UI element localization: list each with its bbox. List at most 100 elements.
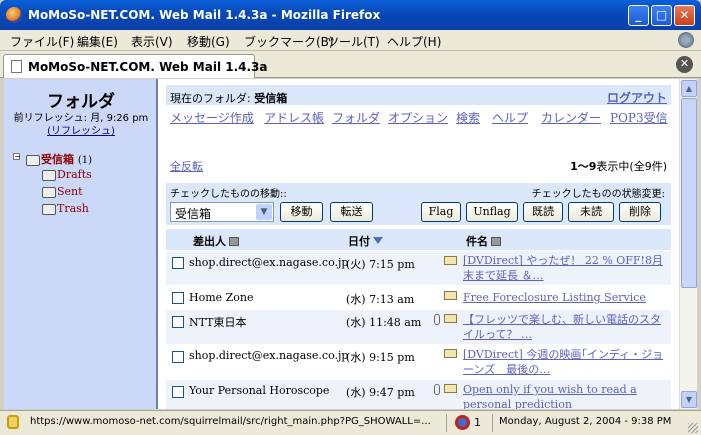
attachment-icon — [434, 314, 440, 325]
nav-addressbook[interactable]: アドレス帳 — [264, 109, 324, 126]
nav-pop3[interactable]: POP3受信 — [610, 109, 668, 126]
page-content: フォルダ 前リフレッシュ: 月, 9:26 pm (リフレッシュ) − 受信箱 … — [4, 79, 679, 409]
forward-button[interactable]: 転送 — [330, 202, 373, 222]
message-checkbox[interactable] — [172, 386, 184, 398]
status-url: https://www.momoso-net.com/squirrelmail/… — [30, 416, 431, 427]
envelope-icon — [444, 314, 457, 323]
menu-go[interactable]: 移動(G) — [187, 33, 230, 50]
mark-read-button[interactable]: 既読 — [523, 202, 563, 222]
menu-help[interactable]: ヘルプ(H) — [387, 33, 441, 50]
folder-trash[interactable]: Trash — [42, 202, 89, 215]
delete-button[interactable]: 削除 — [619, 202, 661, 222]
folder-sent[interactable]: Sent — [42, 185, 83, 198]
message-from: Home Zone — [189, 291, 254, 304]
column-date[interactable]: 日付 — [348, 233, 383, 249]
menu-file[interactable]: ファイル(F) — [10, 33, 74, 50]
folder-drafts-label: Drafts — [57, 168, 92, 181]
nav-help[interactable]: ヘルプ — [492, 109, 528, 126]
nav-search[interactable]: 検索 — [456, 109, 480, 126]
message-date: (水) 7:13 am — [346, 293, 415, 306]
message-list-header: 差出人 日付 件名 — [166, 229, 671, 250]
nav-compose[interactable]: メッセージ作成 — [170, 109, 254, 126]
move-target-value: 受信箱 — [175, 207, 212, 221]
column-from[interactable]: 差出人 — [193, 233, 239, 249]
envelope-icon — [444, 384, 457, 393]
range-text: 表示中(全9件) — [596, 160, 667, 173]
menu-edit[interactable]: 編集(E) — [77, 33, 118, 50]
message-checkbox[interactable] — [172, 292, 184, 304]
message-from: shop.direct@ex.nagase.co.jp — [189, 256, 349, 269]
column-subject-label: 件名 — [466, 235, 488, 248]
collapse-toggle[interactable]: − — [13, 153, 21, 161]
message-subject[interactable]: Open only if you wish to read a personal… — [463, 382, 669, 409]
flag-button[interactable]: Flag — [421, 202, 461, 222]
move-target-select[interactable]: 受信箱 ▼ — [170, 202, 274, 222]
message-checkbox[interactable] — [172, 257, 184, 269]
column-from-label: 差出人 — [193, 235, 226, 248]
current-folder-name: 受信箱 — [254, 92, 288, 105]
envelope-icon — [444, 291, 457, 300]
toggle-all-link[interactable]: 全反転 — [170, 158, 203, 174]
column-date-label: 日付 — [348, 235, 370, 248]
nav-folders[interactable]: フォルダ — [332, 109, 380, 126]
sort-from-icon[interactable] — [229, 237, 239, 246]
message-list-pane: 現在のフォルダ: 受信箱 ログアウト メッセージ作成 アドレス帳 フォルダ オプ… — [166, 79, 671, 409]
mark-unread-button[interactable]: 未読 — [568, 202, 614, 222]
vertical-scrollbar[interactable]: ▲ ▼ — [679, 79, 697, 409]
message-row[interactable]: Your Personal Horoscope (水) 9:47 pm Open… — [166, 380, 671, 409]
close-window-button[interactable]: ✕ — [674, 5, 695, 26]
tab-bar: MoMoSo-NET.COM. Web Mail 1.4.3a ✕ — [0, 51, 701, 78]
message-row[interactable]: shop.direct@ex.nagase.co.jp (水) 9:15 pm … — [166, 345, 671, 379]
unflag-button[interactable]: Unflag — [466, 202, 518, 222]
message-checkbox[interactable] — [172, 316, 184, 328]
message-subject[interactable]: [DVDirect] やったぜ！ 22 % OFF!8月末まで延長 ＆… — [463, 253, 669, 283]
window-titlebar[interactable]: MoMoSo-NET.COM. Web Mail 1.4.3a - Mozill… — [0, 0, 701, 30]
trash-folder-icon — [42, 203, 56, 215]
popup-blocked-icon[interactable] — [455, 415, 470, 430]
message-date: (水) 11:48 am — [346, 316, 422, 329]
menu-tools[interactable]: ツール(T) — [327, 33, 380, 50]
menu-view[interactable]: 表示(V) — [131, 33, 173, 50]
refresh-link[interactable]: (リフレッシュ) — [4, 122, 158, 137]
nav-options[interactable]: オプション — [388, 109, 448, 126]
message-row[interactable]: NTT東日本 (水) 11:48 am 【フレッツで楽しむ、新しい電話のスタイル… — [166, 310, 671, 344]
message-subject[interactable]: 【フレッツで楽しむ、新しい電話のスタイルって？ … — [463, 312, 669, 342]
message-row[interactable]: shop.direct@ex.nagase.co.jp (火) 7:15 pm … — [166, 251, 671, 285]
message-date: (水) 9:15 pm — [346, 351, 415, 364]
scroll-down-button[interactable]: ▼ — [681, 391, 697, 408]
message-date: (水) 9:47 pm — [346, 386, 415, 399]
folder-inbox-label: 受信箱 — [41, 153, 74, 166]
folder-sidebar: フォルダ 前リフレッシュ: 月, 9:26 pm (リフレッシュ) − 受信箱 … — [4, 79, 158, 409]
message-subject[interactable]: Free Foreclosure Listing Service — [463, 290, 669, 305]
sort-desc-icon[interactable] — [373, 237, 383, 244]
nav-calendar[interactable]: カレンダー — [541, 109, 601, 126]
resize-grip[interactable] — [688, 423, 698, 433]
state-label: チェックしたものの状態変更: — [531, 189, 665, 200]
sort-subject-icon[interactable] — [491, 237, 501, 246]
minimize-button[interactable]: _ — [628, 5, 649, 26]
column-subject[interactable]: 件名 — [466, 233, 501, 249]
throbber-icon — [678, 32, 694, 48]
maximize-button[interactable]: □ — [651, 5, 672, 26]
logout-link[interactable]: ログアウト — [607, 89, 667, 106]
current-folder: 現在のフォルダ: 受信箱 — [170, 90, 287, 106]
current-folder-label: 現在のフォルダ: — [170, 92, 255, 105]
folder-sent-label: Sent — [57, 185, 83, 198]
menu-bookmarks[interactable]: ブックマーク(B) — [244, 33, 334, 50]
scroll-up-button[interactable]: ▲ — [681, 80, 697, 97]
scroll-thumb[interactable] — [681, 98, 697, 288]
message-checkbox[interactable] — [172, 351, 184, 363]
folder-drafts[interactable]: Drafts — [42, 168, 92, 181]
action-bar: チェックしたものの移動:: チェックしたものの状態変更: 受信箱 ▼ 移動 転送… — [166, 183, 671, 225]
message-date: (火) 7:15 pm — [346, 258, 415, 271]
close-tab-button[interactable]: ✕ — [676, 56, 693, 73]
message-row[interactable]: Home Zone (水) 7:13 am Free Foreclosure L… — [166, 287, 671, 309]
attachment-icon — [434, 384, 440, 395]
tab-webmail[interactable]: MoMoSo-NET.COM. Web Mail 1.4.3a — [3, 54, 268, 78]
move-button[interactable]: 移動 — [280, 202, 323, 222]
lock-icon[interactable] — [7, 415, 19, 429]
folder-inbox[interactable]: 受信箱 (1) — [26, 151, 92, 167]
message-from: Your Personal Horoscope — [189, 384, 330, 397]
message-from: NTT東日本 — [189, 316, 247, 329]
message-subject[interactable]: [DVDirect] 今週の映画｢インディ・ジョーンズ 最後の… — [463, 347, 669, 377]
